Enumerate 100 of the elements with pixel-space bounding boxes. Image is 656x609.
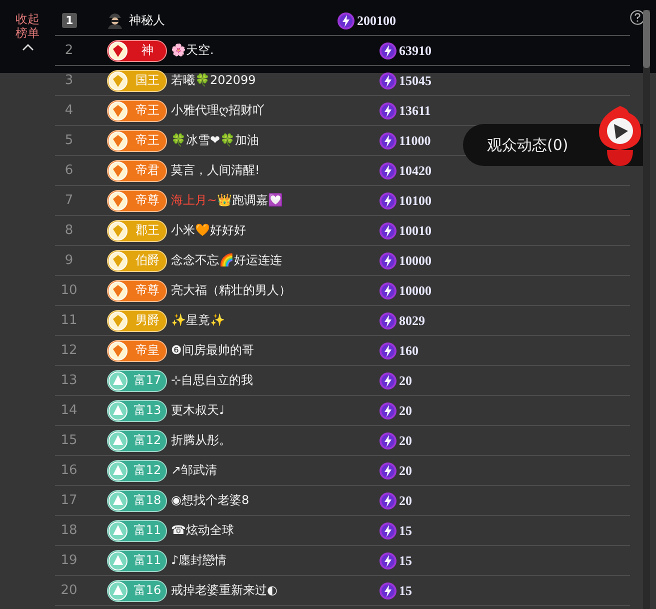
score: 10000 — [399, 252, 432, 268]
user-name: 小雅代理ღ招财吖 — [171, 102, 266, 119]
collapse-ranking-button[interactable]: 收起榜单 — [14, 12, 40, 40]
score: 10420 — [399, 162, 432, 178]
lightning-coin-icon — [379, 132, 397, 150]
rank-number: 10 — [60, 283, 78, 298]
masked-user-icon — [107, 12, 123, 29]
rank-number: 3 — [64, 73, 74, 88]
score: 10100 — [399, 192, 432, 208]
rank-badge: 神 — [107, 40, 167, 62]
rank-number: 8 — [64, 223, 74, 238]
user-name: ↗邹武清 — [171, 462, 218, 479]
rank-number: 19 — [60, 553, 78, 568]
rank-badge: 男爵 — [107, 310, 167, 332]
user-name: 小米🧡好好好 — [171, 222, 247, 239]
lightning-coin-icon — [379, 312, 397, 330]
lightning-coin-icon — [379, 372, 397, 390]
user-name: 折腾从彤。 — [171, 432, 232, 449]
rank-number: 14 — [60, 403, 78, 418]
user-name: ☎炫动全球 — [171, 522, 235, 539]
rank-badge: 富12 — [107, 460, 167, 482]
user-name: 🍀冰雪❤🍀加油 — [171, 132, 260, 149]
lightning-coin-icon — [337, 12, 355, 30]
rank-number: 16 — [60, 463, 78, 478]
user-name: 海上月~👑跑调嘉💟 — [171, 192, 284, 209]
rank-number: 2 — [64, 43, 74, 58]
rank-badge: 富11 — [107, 550, 167, 572]
lightning-coin-icon — [379, 102, 397, 120]
rank-number: 7 — [64, 193, 74, 208]
mascot-drawing[interactable] — [597, 104, 643, 168]
lightning-coin-icon — [379, 222, 397, 240]
user-name: 更木叔天♩ — [171, 402, 226, 419]
rank-badge: 帝王 — [107, 100, 167, 122]
score: 8029 — [399, 312, 425, 328]
user-name: 神秘人 — [129, 12, 166, 29]
rank-number: 6 — [64, 163, 74, 178]
rank-badge: 帝王 — [107, 130, 167, 152]
user-name: 亮大福（精壮的男人） — [171, 282, 292, 299]
user-name: 🌸天空. — [171, 42, 215, 59]
rank-number: 9 — [64, 253, 74, 268]
user-name: ⊹自思自立的我 — [171, 372, 254, 389]
user-name: ❻间房最帅的哥 — [171, 342, 255, 359]
rank-badge: 帝尊 — [107, 190, 167, 212]
rank-number: 12 — [60, 343, 78, 358]
score: 15045 — [399, 72, 432, 88]
lightning-coin-icon — [379, 432, 397, 450]
rank-badge: 帝皇 — [107, 340, 167, 362]
score: 13611 — [399, 102, 431, 118]
caret-icon[interactable] — [22, 44, 34, 51]
lightning-coin-icon — [379, 342, 397, 360]
user-name: ✨星竟✨ — [171, 312, 226, 329]
lightning-coin-icon — [379, 522, 397, 540]
score: 63910 — [399, 42, 432, 58]
user-name: ◉想找个老婆8 — [171, 492, 250, 509]
rank-badge: 富16 — [107, 580, 167, 602]
rank-badge: 郡王 — [107, 220, 167, 242]
score: 11000 — [399, 132, 431, 148]
lightning-coin-icon — [379, 552, 397, 570]
rank-badge: 伯爵 — [107, 250, 167, 272]
score: 20 — [399, 462, 412, 478]
user-name: 莫言，人间清醒! — [171, 162, 261, 179]
rank-number: 15 — [60, 433, 78, 448]
rank-number: 5 — [64, 133, 74, 148]
rank-number: 18 — [60, 523, 78, 538]
lightning-coin-icon — [379, 72, 397, 90]
rank-number: 4 — [64, 103, 74, 118]
score: 160 — [399, 342, 418, 358]
score: 15 — [399, 552, 412, 568]
score: 200100 — [357, 12, 396, 28]
score: 10010 — [399, 222, 432, 238]
rank-badge: 富17 — [107, 370, 167, 392]
lightning-coin-icon — [379, 192, 397, 210]
score: 15 — [399, 582, 412, 598]
lightning-coin-icon — [379, 282, 397, 300]
lightning-coin-icon — [379, 42, 397, 60]
rank-badge: 国王 — [107, 70, 167, 92]
score: 15 — [399, 522, 412, 538]
rank-number: 20 — [60, 583, 78, 598]
score: 20 — [399, 492, 412, 508]
scrollbar[interactable] — [643, 10, 650, 609]
rank-badge: 富11 — [107, 520, 167, 542]
lightning-coin-icon — [379, 492, 397, 510]
lightning-coin-icon — [379, 252, 397, 270]
user-name: ♪廛封戀情 — [171, 552, 228, 569]
rank-number: 11 — [60, 313, 78, 328]
rank-badge: 帝尊 — [107, 280, 167, 302]
lightning-coin-icon — [379, 582, 397, 600]
rank-number: 17 — [60, 493, 78, 508]
scrollbar-thumb[interactable] — [643, 10, 650, 68]
rank-number: 1 — [62, 13, 77, 28]
score: 20 — [399, 372, 412, 388]
score: 10000 — [399, 282, 432, 298]
rank-badge: 富18 — [107, 490, 167, 512]
score: 20 — [399, 402, 412, 418]
user-name: 戒掉老婆重新来过◐ — [171, 582, 278, 599]
rank-number: 13 — [60, 373, 78, 388]
score: 20 — [399, 432, 412, 448]
rank-badge: 帝君 — [107, 160, 167, 182]
lightning-coin-icon — [379, 462, 397, 480]
rank-badge: 富13 — [107, 400, 167, 422]
